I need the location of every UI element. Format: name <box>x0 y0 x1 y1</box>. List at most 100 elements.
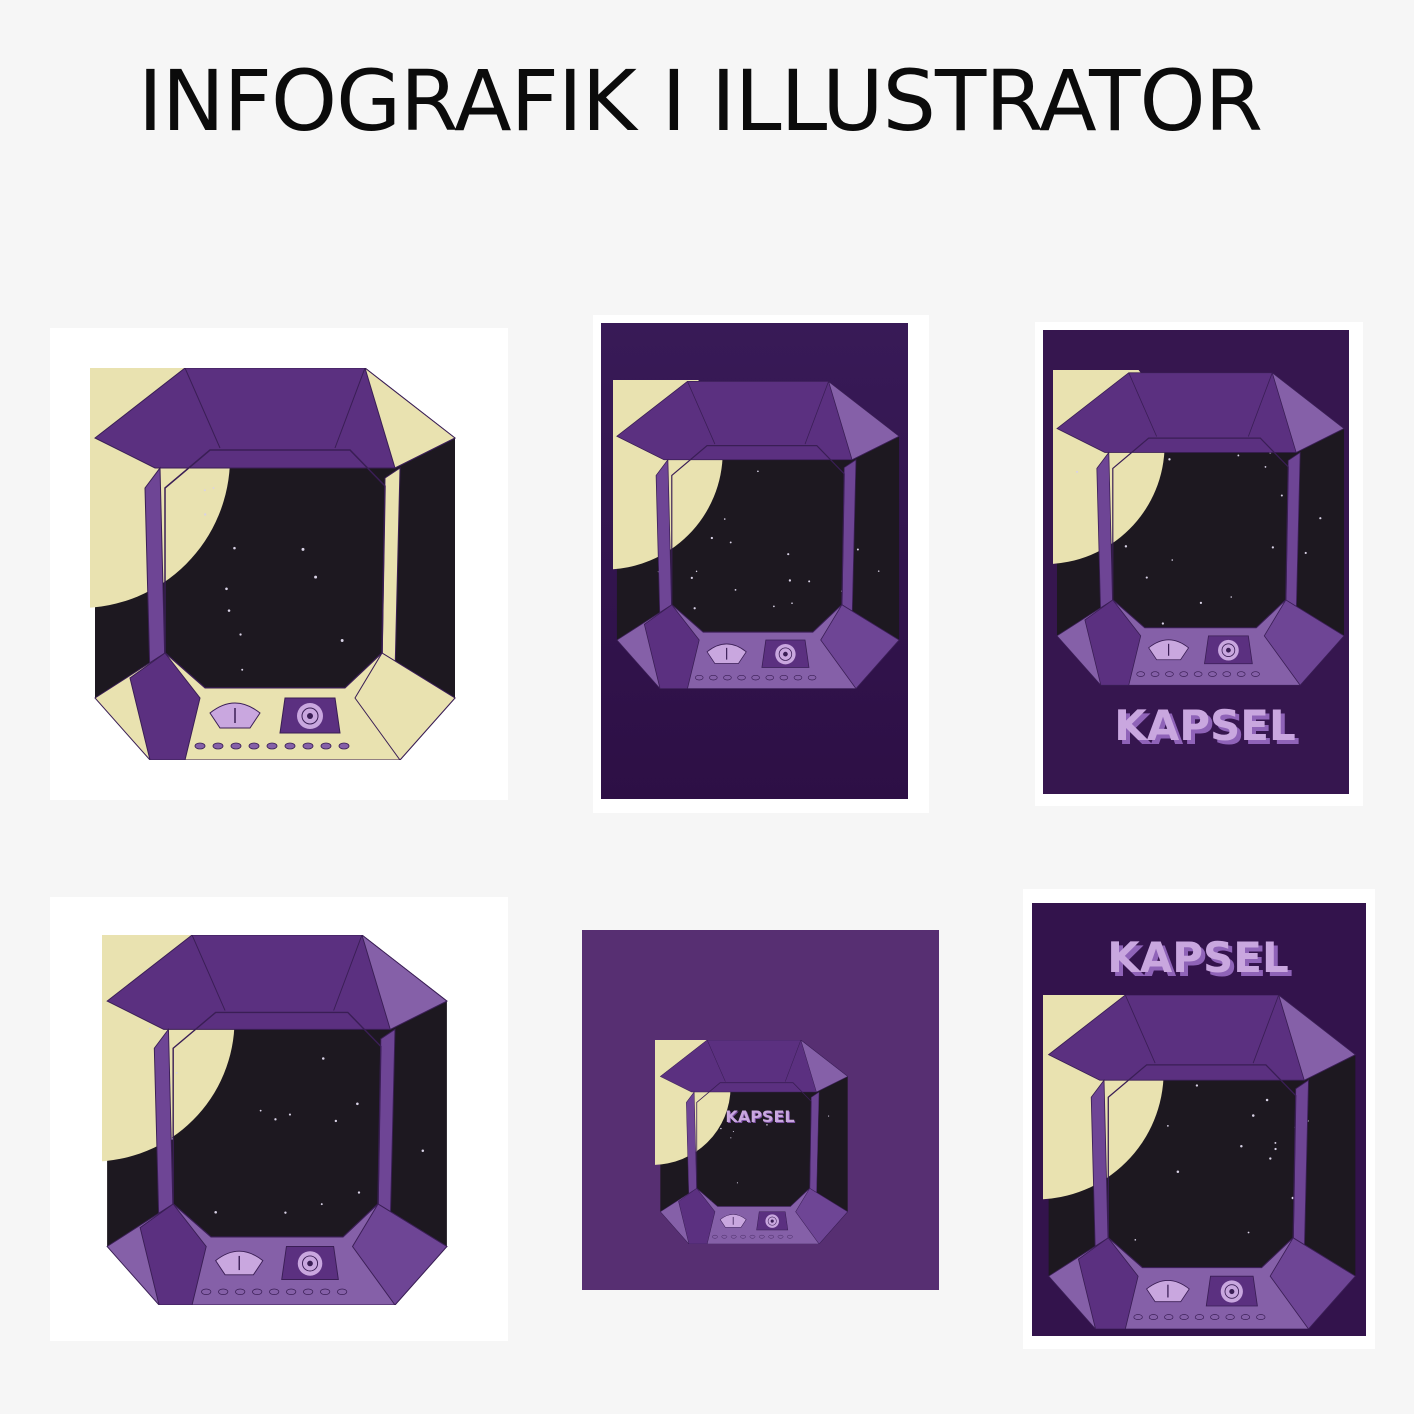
console-button <box>765 674 774 681</box>
kapsel-title: KAPSEL KAPSEL <box>725 1107 795 1127</box>
star <box>1195 1084 1199 1087</box>
star <box>233 546 236 550</box>
console-button <box>1251 671 1260 677</box>
star <box>730 1137 732 1139</box>
console-button <box>320 742 332 750</box>
console-button <box>302 742 314 750</box>
star <box>1176 1170 1180 1174</box>
capsule-window-illustration <box>655 1040 849 1244</box>
star <box>1237 454 1240 457</box>
console-button <box>730 1234 737 1239</box>
console-button <box>1256 1314 1266 1320</box>
capsule-window-illustration <box>1043 995 1357 1329</box>
console-button <box>694 674 704 681</box>
gallery-card-poster-small[interactable]: KAPSEL KAPSEL <box>582 930 939 1290</box>
capsule-frame <box>613 380 900 690</box>
capsule-window-illustration <box>613 380 900 690</box>
star <box>757 470 759 473</box>
star <box>1171 559 1174 561</box>
star <box>334 1119 338 1123</box>
star <box>1166 1124 1169 1127</box>
star <box>284 1211 287 1214</box>
console-button <box>787 1234 793 1239</box>
star <box>1280 494 1283 497</box>
kapsel-title-text: KAPSEL <box>1114 701 1296 750</box>
gallery-card-poster-dark[interactable] <box>593 315 929 813</box>
star <box>1199 601 1203 604</box>
console-button <box>248 742 260 750</box>
radar-center <box>307 1260 313 1267</box>
star <box>729 541 732 544</box>
console-button <box>1193 671 1203 677</box>
console-button <box>269 1288 280 1295</box>
kapsel-title-text: KAPSEL <box>725 1107 794 1126</box>
star <box>788 579 792 582</box>
star <box>736 1182 738 1184</box>
console-button <box>252 1288 263 1295</box>
star <box>1265 1098 1269 1102</box>
console-button <box>721 1234 728 1239</box>
console-button <box>740 1234 746 1239</box>
gallery-card-poster-title-bottom[interactable]: KAPSEL KAPSEL <box>1035 322 1363 806</box>
star <box>421 1149 425 1152</box>
console-button <box>777 1234 784 1239</box>
star <box>1168 458 1171 461</box>
star <box>690 576 693 580</box>
gallery-card-poster-title-top[interactable]: KAPSEL KAPSEL <box>1023 889 1375 1349</box>
capsule-window-illustration <box>90 368 456 760</box>
star <box>710 536 714 540</box>
capsule-frame <box>1053 370 1345 686</box>
radar-center <box>783 651 788 657</box>
console-button <box>1236 671 1246 677</box>
console-button <box>201 1288 212 1295</box>
star <box>340 639 344 642</box>
star <box>1240 1145 1243 1148</box>
console-button <box>1194 1314 1205 1320</box>
console-button <box>1150 671 1160 677</box>
star <box>212 487 215 489</box>
star <box>1230 596 1232 598</box>
console-button <box>1164 1314 1174 1320</box>
console-button <box>749 1234 756 1239</box>
star <box>1319 517 1322 520</box>
console-button <box>1208 671 1217 677</box>
star <box>204 513 207 516</box>
console-button <box>737 674 746 681</box>
console-button <box>338 742 350 750</box>
console-button <box>194 742 206 750</box>
radar-center <box>770 1219 774 1223</box>
capsule-frame <box>90 368 456 760</box>
star <box>227 609 231 612</box>
star <box>175 1071 178 1074</box>
star <box>356 1102 359 1106</box>
radar-center <box>1226 647 1231 653</box>
console-button <box>807 674 817 681</box>
star <box>1264 466 1267 468</box>
star <box>259 1109 262 1112</box>
gallery-card-illustration-final[interactable] <box>50 897 508 1341</box>
console-button <box>230 742 242 750</box>
star <box>856 548 859 551</box>
console-button <box>758 1234 765 1239</box>
star <box>225 587 228 591</box>
console-button <box>337 1288 348 1295</box>
page-title: INFOGRAFIK I ILLUSTRATOR <box>138 52 1263 150</box>
star <box>1304 551 1307 555</box>
star <box>877 570 880 572</box>
star <box>1271 546 1274 549</box>
console-button <box>793 674 803 681</box>
star <box>321 1057 325 1060</box>
star <box>148 1027 151 1030</box>
star <box>1161 622 1165 625</box>
console-button <box>1133 1314 1143 1320</box>
console-button <box>779 674 789 681</box>
console-button <box>1210 1314 1220 1320</box>
kapsel-title-text: KAPSEL <box>1107 933 1289 982</box>
gallery-card-draft[interactable] <box>50 328 508 800</box>
capsule-frame <box>655 1040 849 1244</box>
star <box>301 547 305 551</box>
star <box>1134 1239 1137 1241</box>
star <box>239 633 242 636</box>
star <box>1075 470 1079 473</box>
console-button <box>320 1288 331 1295</box>
